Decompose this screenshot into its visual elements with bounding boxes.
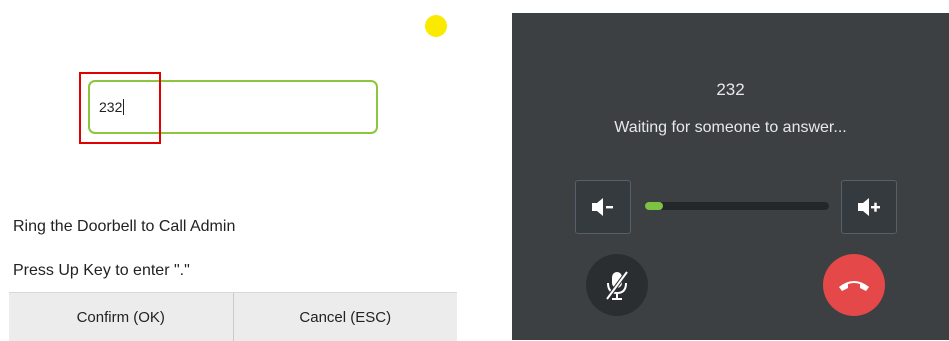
- mute-button[interactable]: [586, 254, 648, 316]
- doorbell-hint: Ring the Doorbell to Call Admin: [13, 218, 236, 235]
- dial-dialog: 232 Ring the Doorbell to Call Admin Pres…: [0, 0, 470, 341]
- volume-slider[interactable]: [645, 202, 829, 210]
- volume-down-icon: [592, 198, 613, 216]
- volume-up-icon: [858, 198, 880, 216]
- volume-slider-fill: [645, 202, 664, 210]
- caller-number: 232: [716, 80, 745, 99]
- call-status: Waiting for someone to answer...: [614, 119, 847, 136]
- volume-down-button[interactable]: [575, 180, 631, 234]
- dialog-button-bar: Confirm (OK) Cancel (ESC): [9, 292, 457, 341]
- dot-entry-hint: Press Up Key to enter ".": [13, 262, 190, 279]
- status-indicator-dot: [425, 15, 447, 37]
- call-screen: 232 Waiting for someone to answer...: [512, 13, 949, 340]
- confirm-button[interactable]: Confirm (OK): [9, 293, 233, 341]
- microphone-muted-icon: [605, 270, 629, 301]
- hang-up-icon: [839, 281, 869, 291]
- input-highlight-box: [79, 72, 161, 144]
- hang-up-button[interactable]: [823, 254, 885, 316]
- volume-up-button[interactable]: [841, 180, 897, 234]
- cancel-button[interactable]: Cancel (ESC): [232, 293, 458, 341]
